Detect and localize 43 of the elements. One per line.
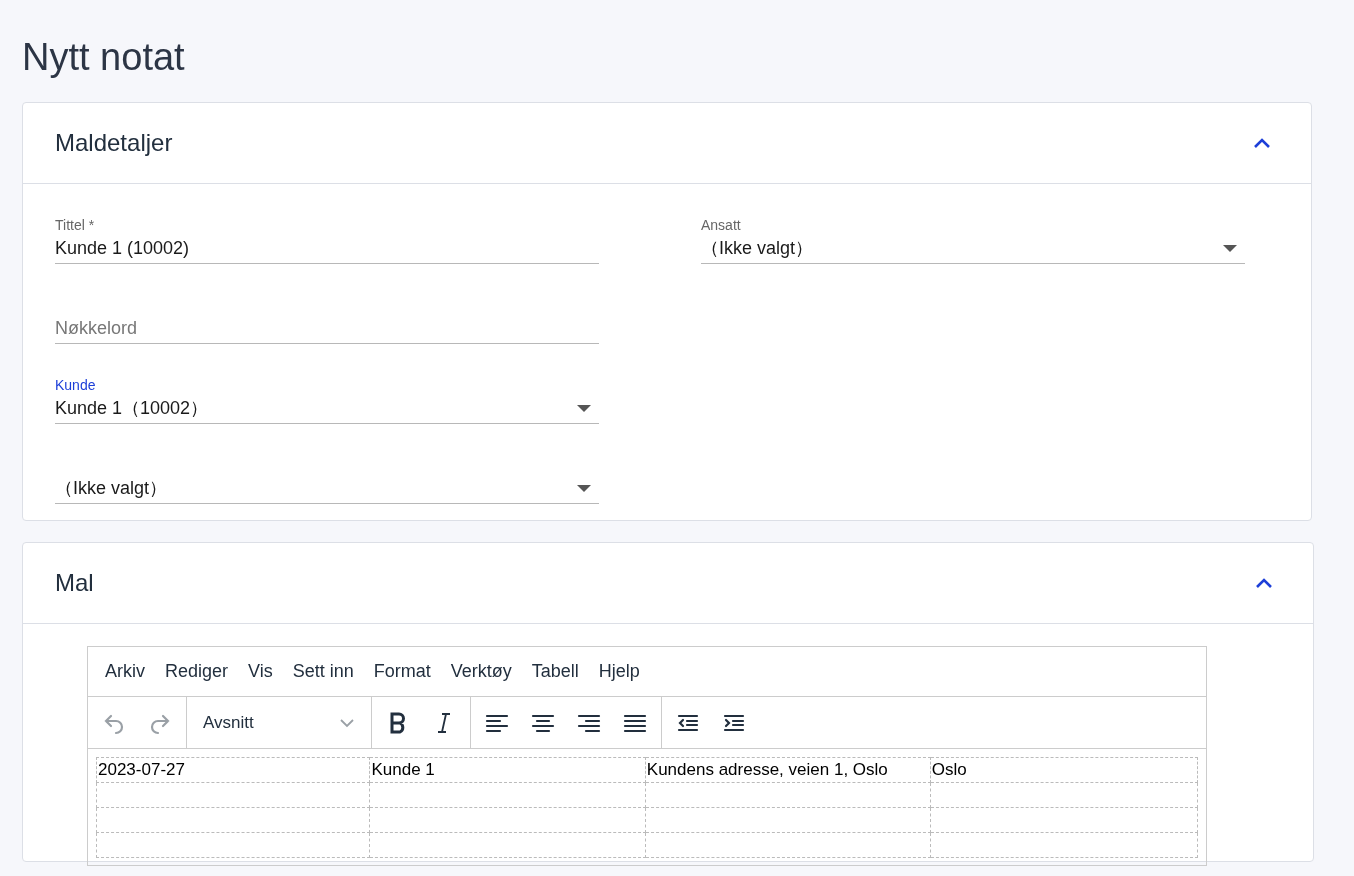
- select-field[interactable]: （Ikke valgt）: [55, 474, 599, 504]
- table-cell[interactable]: Kundens adresse, veien 1, Oslo: [645, 757, 931, 783]
- empty-table-cell[interactable]: [96, 782, 370, 808]
- field-label: Ansatt: [701, 216, 741, 234]
- menu-item[interactable]: Arkiv: [96, 654, 154, 689]
- empty-table-cell[interactable]: [369, 807, 646, 833]
- dropdown-caret-icon: [1223, 245, 1237, 252]
- bold-icon: [388, 711, 408, 734]
- menu-item[interactable]: Sett inn: [283, 654, 363, 689]
- empty-table-cell[interactable]: [930, 807, 1198, 833]
- select-field[interactable]: （Ikke valgt）: [701, 234, 1245, 264]
- dropdown-caret-icon: [577, 485, 591, 492]
- block-format-dropdown[interactable]: Avsnitt: [191, 703, 367, 742]
- menu-item[interactable]: Rediger: [156, 654, 238, 689]
- empty-table-cell[interactable]: [96, 807, 370, 833]
- table-cell[interactable]: Oslo: [930, 757, 1198, 783]
- collapse-chevron-icon[interactable]: [1253, 137, 1271, 149]
- field-label: Kunde: [55, 376, 96, 394]
- empty-table-cell[interactable]: [645, 832, 931, 858]
- empty-table-cell[interactable]: [645, 782, 931, 808]
- section-title: Maldetaljer: [55, 128, 173, 158]
- menu-item[interactable]: Format: [364, 654, 440, 689]
- empty-table-cell[interactable]: [96, 832, 370, 858]
- select-field[interactable]: Kunde 1（10002）: [55, 394, 599, 424]
- empty-table-cell[interactable]: [369, 782, 646, 808]
- dropdown-caret-icon: [577, 405, 591, 412]
- page-title: Nytt notat: [22, 35, 185, 80]
- menu-item[interactable]: Verktøy: [441, 654, 521, 689]
- empty-table-cell[interactable]: [930, 782, 1198, 808]
- section-title: Mal: [55, 568, 94, 598]
- collapse-chevron-icon[interactable]: [1255, 577, 1273, 589]
- input-field[interactable]: Nøkkelord: [55, 314, 599, 344]
- table-cell[interactable]: 2023-07-27: [96, 757, 370, 783]
- menu-item[interactable]: Hjelp: [589, 654, 649, 689]
- table-cell[interactable]: Kunde 1: [369, 757, 646, 783]
- field-label: Tittel *: [55, 216, 95, 234]
- menu-item[interactable]: Tabell: [522, 654, 588, 689]
- empty-table-cell[interactable]: [645, 807, 931, 833]
- input-field[interactable]: Kunde 1 (10002): [55, 234, 599, 264]
- empty-table-cell[interactable]: [369, 832, 646, 858]
- menu-item[interactable]: Vis: [239, 654, 282, 689]
- empty-table-cell[interactable]: [930, 832, 1198, 858]
- chevron-down-icon: [339, 717, 355, 728]
